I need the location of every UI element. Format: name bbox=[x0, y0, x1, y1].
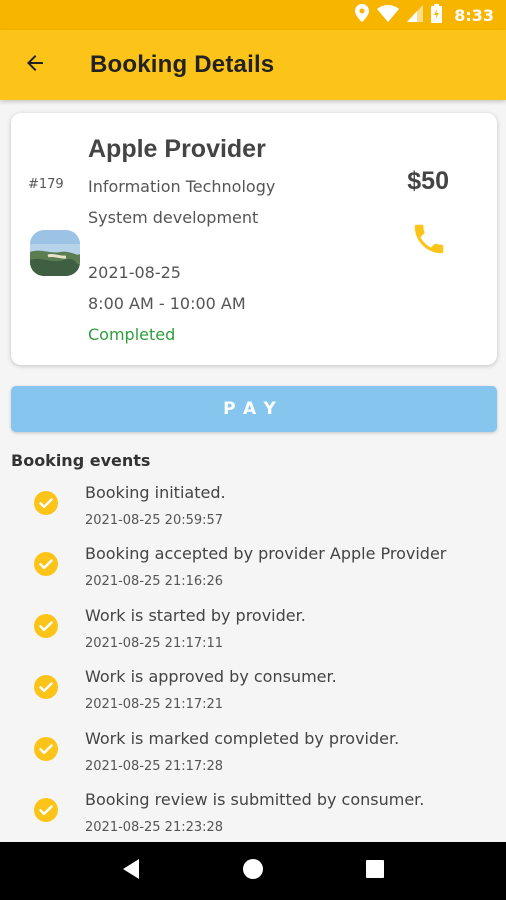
check-circle-icon bbox=[34, 797, 58, 822]
event-timestamp: 2021-08-25 21:23:28 bbox=[85, 819, 224, 835]
check-circle-icon bbox=[34, 675, 58, 700]
event-text: Booking review is submitted by consumer. bbox=[85, 789, 425, 809]
home-circle-icon bbox=[242, 858, 264, 884]
events-list: Booking initiated. 2021-08-25 20:59:57 B… bbox=[0, 478, 506, 846]
booking-price: $50 bbox=[407, 167, 449, 195]
event-item: Work is approved by consumer. 2021-08-25… bbox=[0, 662, 506, 723]
status-time: 8:33 bbox=[454, 5, 494, 25]
event-text: Work is started by provider. bbox=[85, 605, 306, 625]
check-circle-icon bbox=[34, 552, 58, 577]
back-button[interactable] bbox=[0, 30, 70, 100]
wifi-icon bbox=[377, 4, 400, 26]
booking-time: 8:00 AM - 10:00 AM bbox=[88, 294, 246, 313]
call-button[interactable] bbox=[409, 221, 449, 261]
event-text: Booking accepted by provider Apple Provi… bbox=[85, 544, 447, 564]
service-name: System development bbox=[88, 208, 259, 227]
nav-recents-button[interactable] bbox=[355, 851, 395, 891]
booking-status: Completed bbox=[88, 325, 176, 344]
app-bar: Booking Details bbox=[0, 30, 506, 100]
event-timestamp: 2021-08-25 21:16:26 bbox=[85, 574, 224, 590]
check-circle-icon bbox=[34, 736, 58, 761]
recents-square-icon bbox=[365, 859, 385, 883]
nav-home-button[interactable] bbox=[233, 851, 273, 891]
event-item: Work is marked completed by provider. 20… bbox=[0, 724, 506, 785]
page-title: Booking Details bbox=[90, 51, 275, 78]
booking-card: #179 Apple Provider Information Technolo… bbox=[11, 113, 497, 365]
booking-id: #179 bbox=[28, 177, 64, 192]
check-circle-icon bbox=[34, 613, 58, 638]
arrow-back-icon bbox=[23, 51, 47, 79]
event-item: Work is started by provider. 2021-08-25 … bbox=[0, 601, 506, 662]
event-text: Work is approved by consumer. bbox=[85, 667, 337, 687]
event-item: Booking accepted by provider Apple Provi… bbox=[0, 539, 506, 600]
phone-icon bbox=[410, 220, 448, 262]
pay-button[interactable]: PAY bbox=[11, 386, 497, 432]
event-item: Booking review is submitted by consumer.… bbox=[0, 785, 506, 846]
event-text: Work is marked completed by provider. bbox=[85, 728, 400, 748]
events-heading: Booking events bbox=[11, 451, 151, 470]
battery-icon bbox=[431, 3, 443, 27]
check-circle-icon bbox=[34, 491, 58, 515]
event-timestamp: 2021-08-25 20:59:57 bbox=[85, 513, 224, 528]
signal-icon bbox=[407, 4, 424, 26]
event-timestamp: 2021-08-25 21:17:11 bbox=[85, 635, 224, 651]
nav-back-button[interactable] bbox=[111, 851, 151, 891]
back-triangle-icon bbox=[121, 858, 141, 884]
system-nav-bar bbox=[0, 842, 506, 900]
service-category: Information Technology bbox=[88, 177, 276, 196]
event-item: Booking initiated. 2021-08-25 20:59:57 bbox=[0, 478, 506, 539]
location-icon bbox=[355, 4, 370, 26]
provider-thumbnail bbox=[30, 230, 80, 276]
event-timestamp: 2021-08-25 21:17:28 bbox=[85, 758, 224, 774]
event-text: Booking initiated. bbox=[85, 483, 226, 502]
event-timestamp: 2021-08-25 21:17:21 bbox=[85, 697, 224, 713]
provider-name: Apple Provider bbox=[88, 135, 266, 163]
booking-date: 2021-08-25 bbox=[88, 263, 181, 282]
status-bar: 8:33 bbox=[0, 0, 506, 30]
